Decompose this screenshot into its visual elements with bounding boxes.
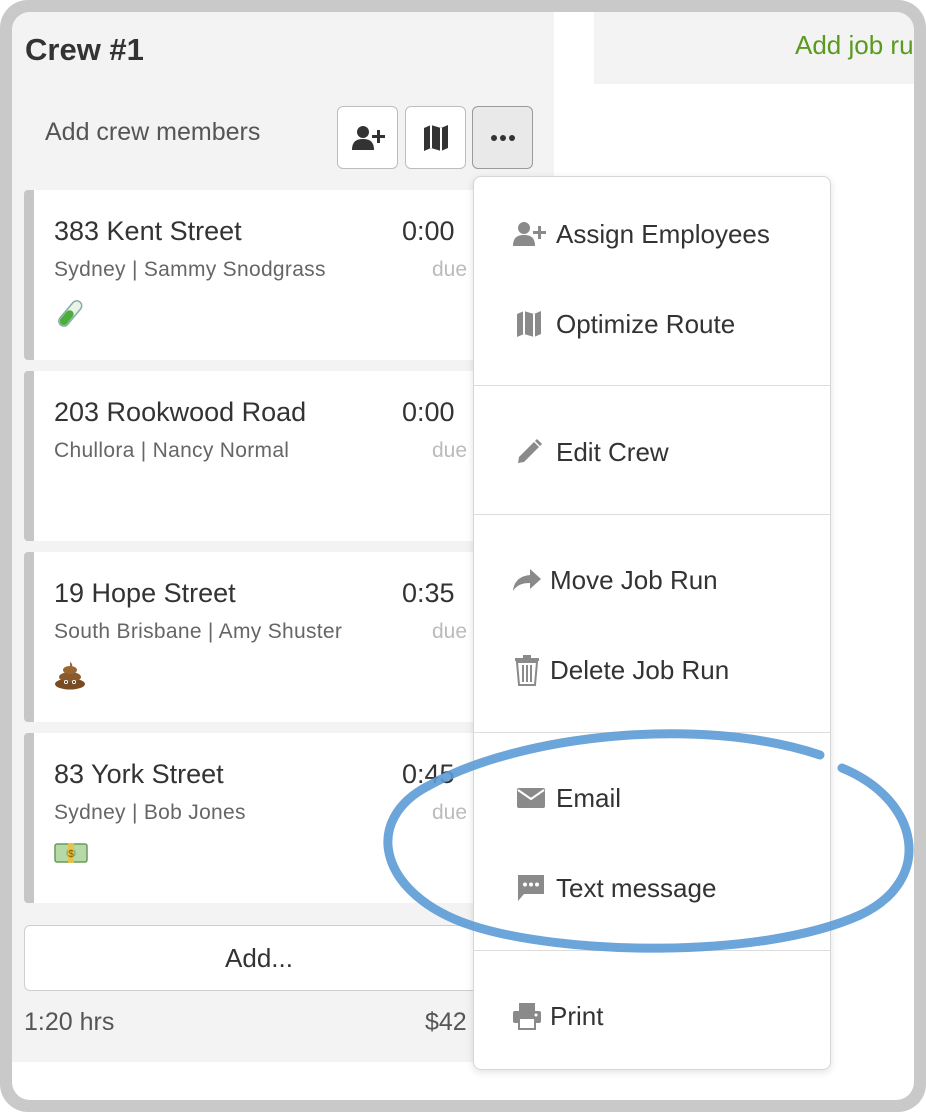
menu-divider (474, 732, 830, 733)
window-frame: Crew #1 Add crew members 383 Kent Street… (0, 0, 926, 1112)
test-tube-icon (54, 298, 84, 339)
menu-item-delete-job-run[interactable]: Delete Job Run (474, 640, 830, 700)
job-due: due (432, 258, 468, 281)
job-card[interactable]: 19 Hope Street 0:35 South Brisbane | Amy… (24, 552, 494, 722)
job-address: 203 Rookwood Road (54, 397, 307, 427)
add-job-run-link[interactable]: Add job ru (795, 30, 914, 61)
job-detail: Sydney | Bob Jones (54, 801, 246, 824)
job-detail: Chullora | Nancy Normal (54, 439, 290, 462)
total-hours: 1:20 hrs (24, 1008, 115, 1036)
job-due: due (432, 801, 468, 824)
assign-crew-button[interactable] (337, 106, 398, 169)
user-plus-icon (351, 125, 385, 150)
menu-item-move-job-run[interactable]: Move Job Run (474, 550, 830, 610)
job-detail: Sydney | Sammy Snodgrass (54, 258, 326, 281)
crew-title: Crew #1 (25, 32, 144, 67)
menu-label: Optimize Route (556, 308, 736, 339)
money-icon: $ (54, 841, 88, 872)
job-address: 19 Hope Street (54, 578, 236, 608)
map-button[interactable] (405, 106, 466, 169)
total-cost: $42 (425, 1008, 467, 1036)
menu-item-edit-crew[interactable]: Edit Crew (474, 422, 830, 482)
menu-item-assign-employees[interactable]: Assign Employees (474, 204, 830, 264)
job-duration: 0:00 (402, 216, 455, 246)
job-card[interactable]: 203 Rookwood Road 0:00 Chullora | Nancy … (24, 371, 494, 541)
job-detail: South Brisbane | Amy Shuster (54, 620, 343, 643)
job-due: due (432, 439, 468, 462)
message-icon (514, 871, 548, 905)
menu-label: Edit Crew (556, 436, 669, 467)
job-duration: 0:00 (402, 397, 455, 427)
map-icon (512, 307, 546, 341)
menu-label: Print (550, 1000, 604, 1031)
job-duration: 0:45 (402, 759, 455, 789)
menu-label: Email (556, 782, 622, 813)
pencil-icon (512, 435, 546, 469)
menu-divider (474, 950, 830, 951)
add-crew-members-label[interactable]: Add crew members (45, 118, 260, 147)
trash-icon (510, 653, 544, 687)
printer-icon (510, 999, 544, 1033)
menu-label: Text message (556, 872, 717, 903)
menu-item-optimize-route[interactable]: Optimize Route (474, 294, 830, 354)
job-due: due (432, 620, 468, 643)
app-canvas: Crew #1 Add crew members 383 Kent Street… (12, 12, 914, 1100)
job-card[interactable]: 383 Kent Street 0:00 Sydney | Sammy Snod… (24, 190, 494, 360)
ellipsis-icon (490, 134, 515, 141)
poop-icon (54, 660, 86, 697)
menu-label: Assign Employees (556, 218, 770, 249)
menu-item-email[interactable]: Email (474, 768, 830, 828)
envelope-icon (514, 781, 548, 815)
menu-label: Delete Job Run (550, 654, 730, 685)
menu-divider (474, 385, 830, 386)
share-arrow-icon (510, 563, 544, 597)
job-address: 83 York Street (54, 759, 224, 789)
more-options-button[interactable] (472, 106, 533, 169)
menu-item-print[interactable]: Print (474, 986, 830, 1046)
user-plus-icon (512, 217, 546, 251)
job-address: 383 Kent Street (54, 216, 242, 246)
svg-text:$: $ (68, 849, 74, 860)
map-icon (423, 124, 448, 151)
menu-label: Move Job Run (550, 564, 718, 595)
menu-item-text-message[interactable]: Text message (474, 858, 830, 918)
add-job-button[interactable]: Add... (24, 925, 494, 991)
job-card[interactable]: 83 York Street 0:45 Sydney | Bob Jones d… (24, 733, 494, 903)
crew-options-menu: Assign Employees Optimize Route Edit Cre… (473, 176, 831, 1070)
menu-divider (474, 514, 830, 515)
job-duration: 0:35 (402, 578, 455, 608)
